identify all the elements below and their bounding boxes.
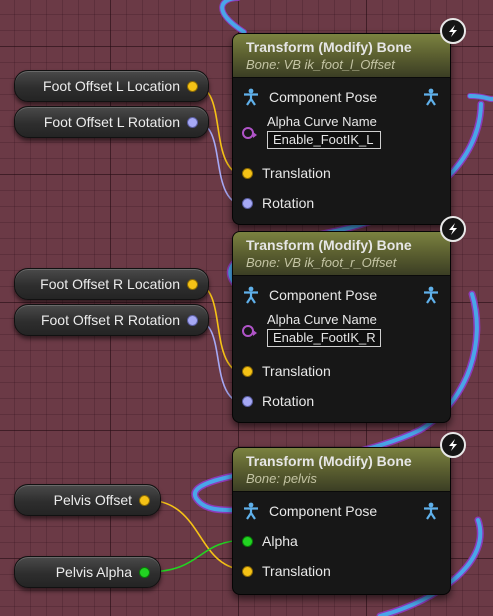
pose-person-icon[interactable] (242, 502, 260, 520)
getter-foot-offset-l-rotation[interactable]: Foot Offset L Rotation (14, 106, 209, 138)
component-pose-label: Component Pose (269, 503, 378, 519)
node-title: Transform (Modify) Bone (246, 39, 412, 55)
rotation-input-pin[interactable] (242, 395, 253, 407)
node-title: Transform (Modify) Bone (246, 237, 412, 253)
translation-row: Translation (233, 356, 450, 386)
name-input-pin[interactable] (242, 127, 257, 139)
getter-pelvis-alpha[interactable]: Pelvis Alpha (14, 556, 161, 588)
rotation-input-pin[interactable] (242, 197, 253, 209)
getter-foot-offset-l-location[interactable]: Foot Offset L Location (14, 70, 209, 102)
getter-label: Pelvis Offset (53, 492, 132, 508)
alpha-curve-name-label: Alpha Curve Name (267, 114, 377, 129)
transform-modify-bone-node-foot-r[interactable]: Transform (Modify) Bone Bone: VB ik_foot… (232, 231, 451, 423)
float-output-pin[interactable] (139, 566, 150, 578)
translation-input-pin[interactable] (242, 365, 253, 377)
translation-row: Translation (233, 158, 450, 188)
alpha-curve-name-label: Alpha Curve Name (267, 312, 377, 327)
node-subtitle: Bone: pelvis (246, 471, 317, 486)
vector-output-pin[interactable] (187, 278, 198, 290)
rotation-label: Rotation (262, 195, 315, 211)
node-subtitle: Bone: VB ik_foot_r_Offset (246, 255, 397, 270)
getter-label: Foot Offset R Rotation (40, 312, 180, 328)
rotation-row: Rotation (233, 188, 450, 218)
component-pose-row: Component Pose (233, 82, 450, 112)
getter-label: Pelvis Alpha (55, 564, 132, 580)
pose-person-icon[interactable] (422, 502, 440, 520)
alpha-curve-name-row: Alpha Curve Name Enable_FootIK_L (233, 112, 450, 158)
component-pose-label: Component Pose (269, 287, 378, 303)
transform-modify-bone-node-foot-l[interactable]: Transform (Modify) Bone Bone: VB ik_foot… (232, 33, 451, 225)
getter-label: Foot Offset L Rotation (43, 114, 180, 130)
node-header[interactable]: Transform (Modify) Bone Bone: VB ik_foot… (233, 232, 450, 276)
pose-person-icon[interactable] (242, 88, 260, 106)
component-pose-row: Component Pose (233, 280, 450, 310)
getter-pelvis-offset[interactable]: Pelvis Offset (14, 484, 161, 516)
lightning-bolt-icon (440, 18, 466, 44)
getter-foot-offset-r-rotation[interactable]: Foot Offset R Rotation (14, 304, 209, 336)
vector-output-pin[interactable] (139, 494, 150, 506)
translation-input-pin[interactable] (242, 167, 253, 179)
node-subtitle: Bone: VB ik_foot_l_Offset (246, 57, 395, 72)
vector-output-pin[interactable] (187, 80, 198, 92)
getter-label: Foot Offset R Location (40, 276, 180, 292)
rotation-row: Rotation (233, 386, 450, 416)
alpha-label: Alpha (262, 533, 298, 549)
pose-person-icon[interactable] (242, 286, 260, 304)
node-header[interactable]: Transform (Modify) Bone Bone: pelvis (233, 448, 450, 492)
rotator-output-pin[interactable] (187, 314, 198, 326)
alpha-input-pin[interactable] (242, 535, 253, 547)
translation-label: Translation (262, 563, 331, 579)
pose-person-icon[interactable] (422, 286, 440, 304)
name-input-pin[interactable] (242, 325, 257, 337)
node-header[interactable]: Transform (Modify) Bone Bone: VB ik_foot… (233, 34, 450, 78)
pose-person-icon[interactable] (422, 88, 440, 106)
node-title: Transform (Modify) Bone (246, 453, 412, 469)
alpha-curve-name-row: Alpha Curve Name Enable_FootIK_R (233, 310, 450, 356)
rotation-label: Rotation (262, 393, 315, 409)
lightning-bolt-icon (440, 216, 466, 242)
getter-label: Foot Offset L Location (43, 78, 180, 94)
translation-label: Translation (262, 363, 331, 379)
translation-label: Translation (262, 165, 331, 181)
getter-foot-offset-r-location[interactable]: Foot Offset R Location (14, 268, 209, 300)
rotator-output-pin[interactable] (187, 116, 198, 128)
alpha-curve-name-field[interactable]: Enable_FootIK_R (267, 329, 381, 347)
alpha-curve-name-field[interactable]: Enable_FootIK_L (267, 131, 381, 149)
alpha-row: Alpha (233, 526, 450, 556)
translation-row: Translation (233, 556, 450, 586)
component-pose-label: Component Pose (269, 89, 378, 105)
lightning-bolt-icon (440, 432, 466, 458)
component-pose-row: Component Pose (233, 496, 450, 526)
transform-modify-bone-node-pelvis[interactable]: Transform (Modify) Bone Bone: pelvis Com… (232, 447, 451, 595)
translation-input-pin[interactable] (242, 565, 253, 577)
